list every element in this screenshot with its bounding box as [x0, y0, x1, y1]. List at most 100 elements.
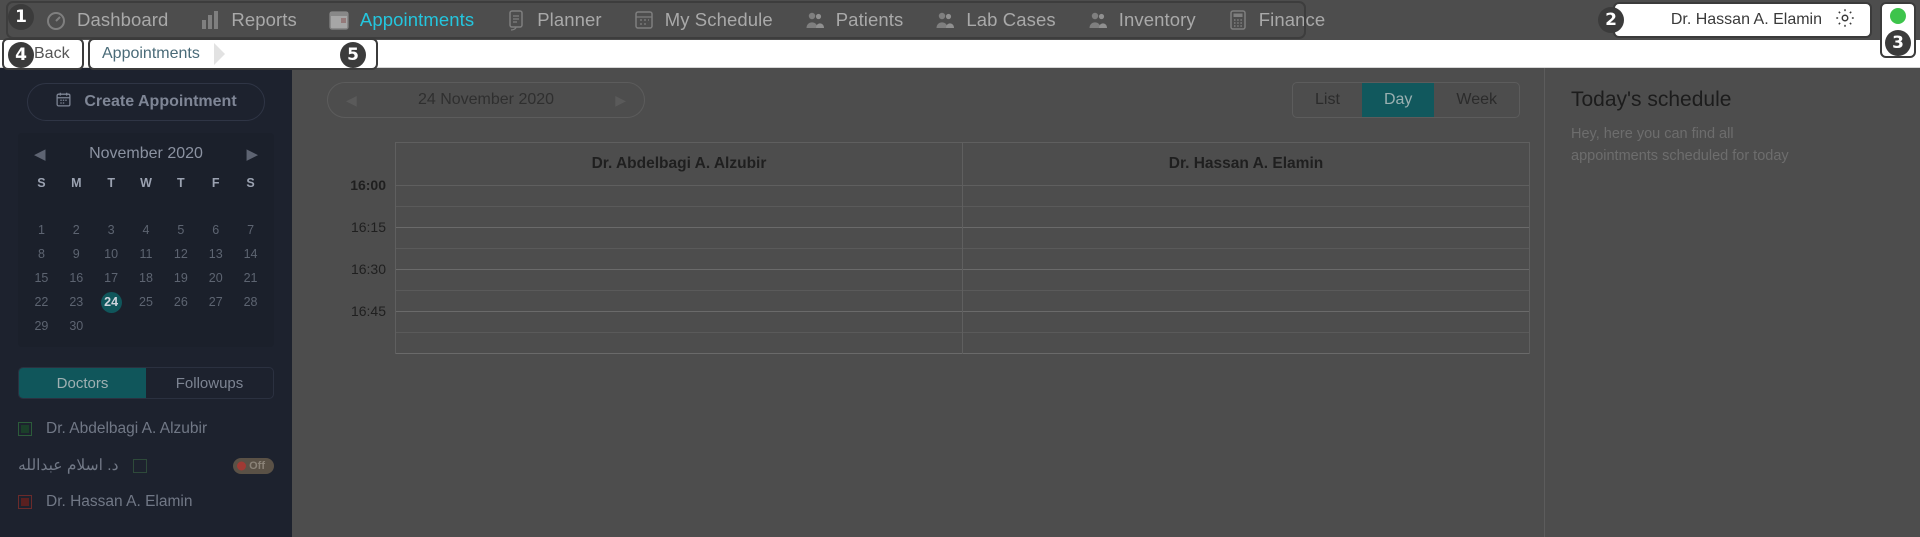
- doctor-checkbox-icon[interactable]: [18, 495, 32, 509]
- calendar-day[interactable]: 23: [59, 292, 94, 313]
- schedule-column[interactable]: [395, 186, 962, 354]
- doctor-filter-row[interactable]: د. اسلام عبدالله Off: [0, 447, 292, 484]
- view-toggle-day[interactable]: Day: [1361, 83, 1435, 117]
- time-label: 16:45: [350, 303, 386, 319]
- time-label: 16:15: [350, 219, 386, 235]
- sidebar-tab-followups[interactable]: Followups: [146, 368, 273, 398]
- doctor-checkbox-icon[interactable]: [132, 458, 147, 473]
- calendar-day[interactable]: 8: [24, 244, 59, 265]
- calendar-day-empty: [129, 316, 164, 337]
- schedule-slot[interactable]: [963, 249, 1529, 270]
- calendar-day[interactable]: 20: [198, 268, 233, 289]
- nav-item-dashboard[interactable]: Dashboard: [30, 0, 182, 40]
- gear-icon[interactable]: [1834, 7, 1856, 34]
- doctor-filter-row[interactable]: Dr. Abdelbagi A. Alzubir: [0, 411, 292, 447]
- schedule-slot[interactable]: [396, 312, 962, 333]
- nav-item-label: Appointments: [359, 9, 475, 30]
- next-day-button[interactable]: ▶: [615, 92, 626, 109]
- calendar-day[interactable]: 5: [163, 220, 198, 241]
- calendar-icon: [327, 8, 351, 32]
- calendar-days-icon: [632, 8, 656, 32]
- sidebar: Create Appointment ◀ November 2020 ▶ S M T…: [0, 68, 292, 537]
- calendar-dow-label: W: [140, 176, 152, 190]
- calendar-day-empty: [198, 316, 233, 337]
- nav-item-my-schedule[interactable]: My Schedule: [618, 0, 787, 40]
- nav-item-patients[interactable]: Patients: [789, 0, 918, 40]
- calendar-day[interactable]: 25: [129, 292, 164, 313]
- calendar-day[interactable]: 2: [59, 220, 94, 241]
- calendar-day[interactable]: 24: [100, 292, 122, 313]
- schedule-slot[interactable]: [963, 228, 1529, 249]
- calendar-day[interactable]: 1: [24, 220, 59, 241]
- schedule-slot[interactable]: [396, 333, 962, 354]
- time-label: 16:00: [350, 177, 386, 193]
- date-navigator: ◀ 24 November 2020 ▶: [327, 82, 645, 118]
- calendar-day-empty: [59, 196, 94, 217]
- calendar-day[interactable]: 15: [24, 268, 59, 289]
- schedule-slot[interactable]: [963, 312, 1529, 333]
- schedule-slot[interactable]: [963, 333, 1529, 354]
- calendar-day[interactable]: 9: [59, 244, 94, 265]
- doctor-checkbox-icon[interactable]: [18, 422, 32, 436]
- calendar-day[interactable]: 28: [233, 292, 268, 313]
- calendar-day-empty: [233, 196, 268, 217]
- nav-item-lab-cases[interactable]: Lab Cases: [919, 0, 1069, 40]
- calendar-day[interactable]: 27: [198, 292, 233, 313]
- schedule-slot[interactable]: [963, 207, 1529, 228]
- doctor-filter-row[interactable]: Dr. Hassan A. Elamin: [0, 484, 292, 520]
- calendar-day[interactable]: 3: [94, 220, 129, 241]
- calendar-day[interactable]: 17: [94, 268, 129, 289]
- schedule-slot[interactable]: [396, 291, 962, 312]
- current-date-label: 24 November 2020: [417, 91, 555, 108]
- schedule-column-headers: Dr. Abdelbagi A. Alzubir Dr. Hassan A. El…: [395, 142, 1530, 186]
- calendar-day[interactable]: 12: [163, 244, 198, 265]
- view-toggle-list[interactable]: List: [1293, 83, 1362, 117]
- calendar-day[interactable]: 4: [129, 220, 164, 241]
- schedule-slot[interactable]: [396, 207, 962, 228]
- schedule-slot[interactable]: [396, 228, 962, 249]
- calendar-day[interactable]: 14: [233, 244, 268, 265]
- schedule-slot[interactable]: [396, 186, 962, 207]
- calendar-day[interactable]: 29: [24, 316, 59, 337]
- calendar-day[interactable]: 16: [59, 268, 94, 289]
- create-appointment-button[interactable]: Create Appointment: [27, 83, 265, 121]
- breadcrumb[interactable]: Appointments: [88, 38, 378, 70]
- calendar-day[interactable]: 22: [24, 292, 59, 313]
- calendar-day[interactable]: 6: [198, 220, 233, 241]
- calendar-day[interactable]: 19: [163, 268, 198, 289]
- schedule-slot[interactable]: [396, 270, 962, 291]
- chevron-left-icon[interactable]: ◀: [34, 145, 46, 163]
- calendar-day[interactable]: 26: [163, 292, 198, 313]
- doctor-off-badge: Off: [233, 457, 274, 474]
- today-schedule-subtitle: Hey, here you can find all appointments …: [1571, 126, 1789, 164]
- doctor-name-label: د. اسلام عبدالله: [18, 457, 119, 474]
- calendar-day[interactable]: 30: [59, 316, 94, 337]
- calendar-day-empty: [94, 196, 129, 217]
- nav-item-inventory[interactable]: Inventory: [1072, 0, 1210, 40]
- previous-day-button[interactable]: ◀: [346, 92, 357, 109]
- back-button-label: Back: [34, 45, 70, 62]
- schedule-slot[interactable]: [963, 291, 1529, 312]
- nav-item-planner[interactable]: Planner: [490, 0, 615, 40]
- gauge-icon: [44, 8, 68, 32]
- calendar-day[interactable]: 11: [129, 244, 164, 265]
- calendar-day-empty: [163, 196, 198, 217]
- calendar-day[interactable]: 18: [129, 268, 164, 289]
- schedule-body: 16:00 16:15 16:30 16:45: [327, 177, 1530, 354]
- calendar-day[interactable]: 7: [233, 220, 268, 241]
- schedule-slot[interactable]: [396, 249, 962, 270]
- schedule-column[interactable]: [962, 186, 1530, 354]
- nav-item-reports[interactable]: Reports: [184, 0, 310, 40]
- chevron-right-icon[interactable]: ▶: [246, 145, 258, 163]
- schedule-slot[interactable]: [963, 186, 1529, 207]
- nav-item-finance[interactable]: Finance: [1212, 0, 1340, 40]
- user-menu[interactable]: Dr. Hassan A. Elamin: [1612, 2, 1872, 38]
- nav-item-appointments[interactable]: Appointments: [313, 0, 488, 40]
- calendar-day[interactable]: 13: [198, 244, 233, 265]
- sidebar-tab-doctors[interactable]: Doctors: [19, 368, 146, 398]
- calendar-day-empty: [198, 196, 233, 217]
- calendar-day[interactable]: 21: [233, 268, 268, 289]
- view-toggle-week[interactable]: Week: [1434, 83, 1519, 117]
- schedule-slot[interactable]: [963, 270, 1529, 291]
- calendar-day[interactable]: 10: [94, 244, 129, 265]
